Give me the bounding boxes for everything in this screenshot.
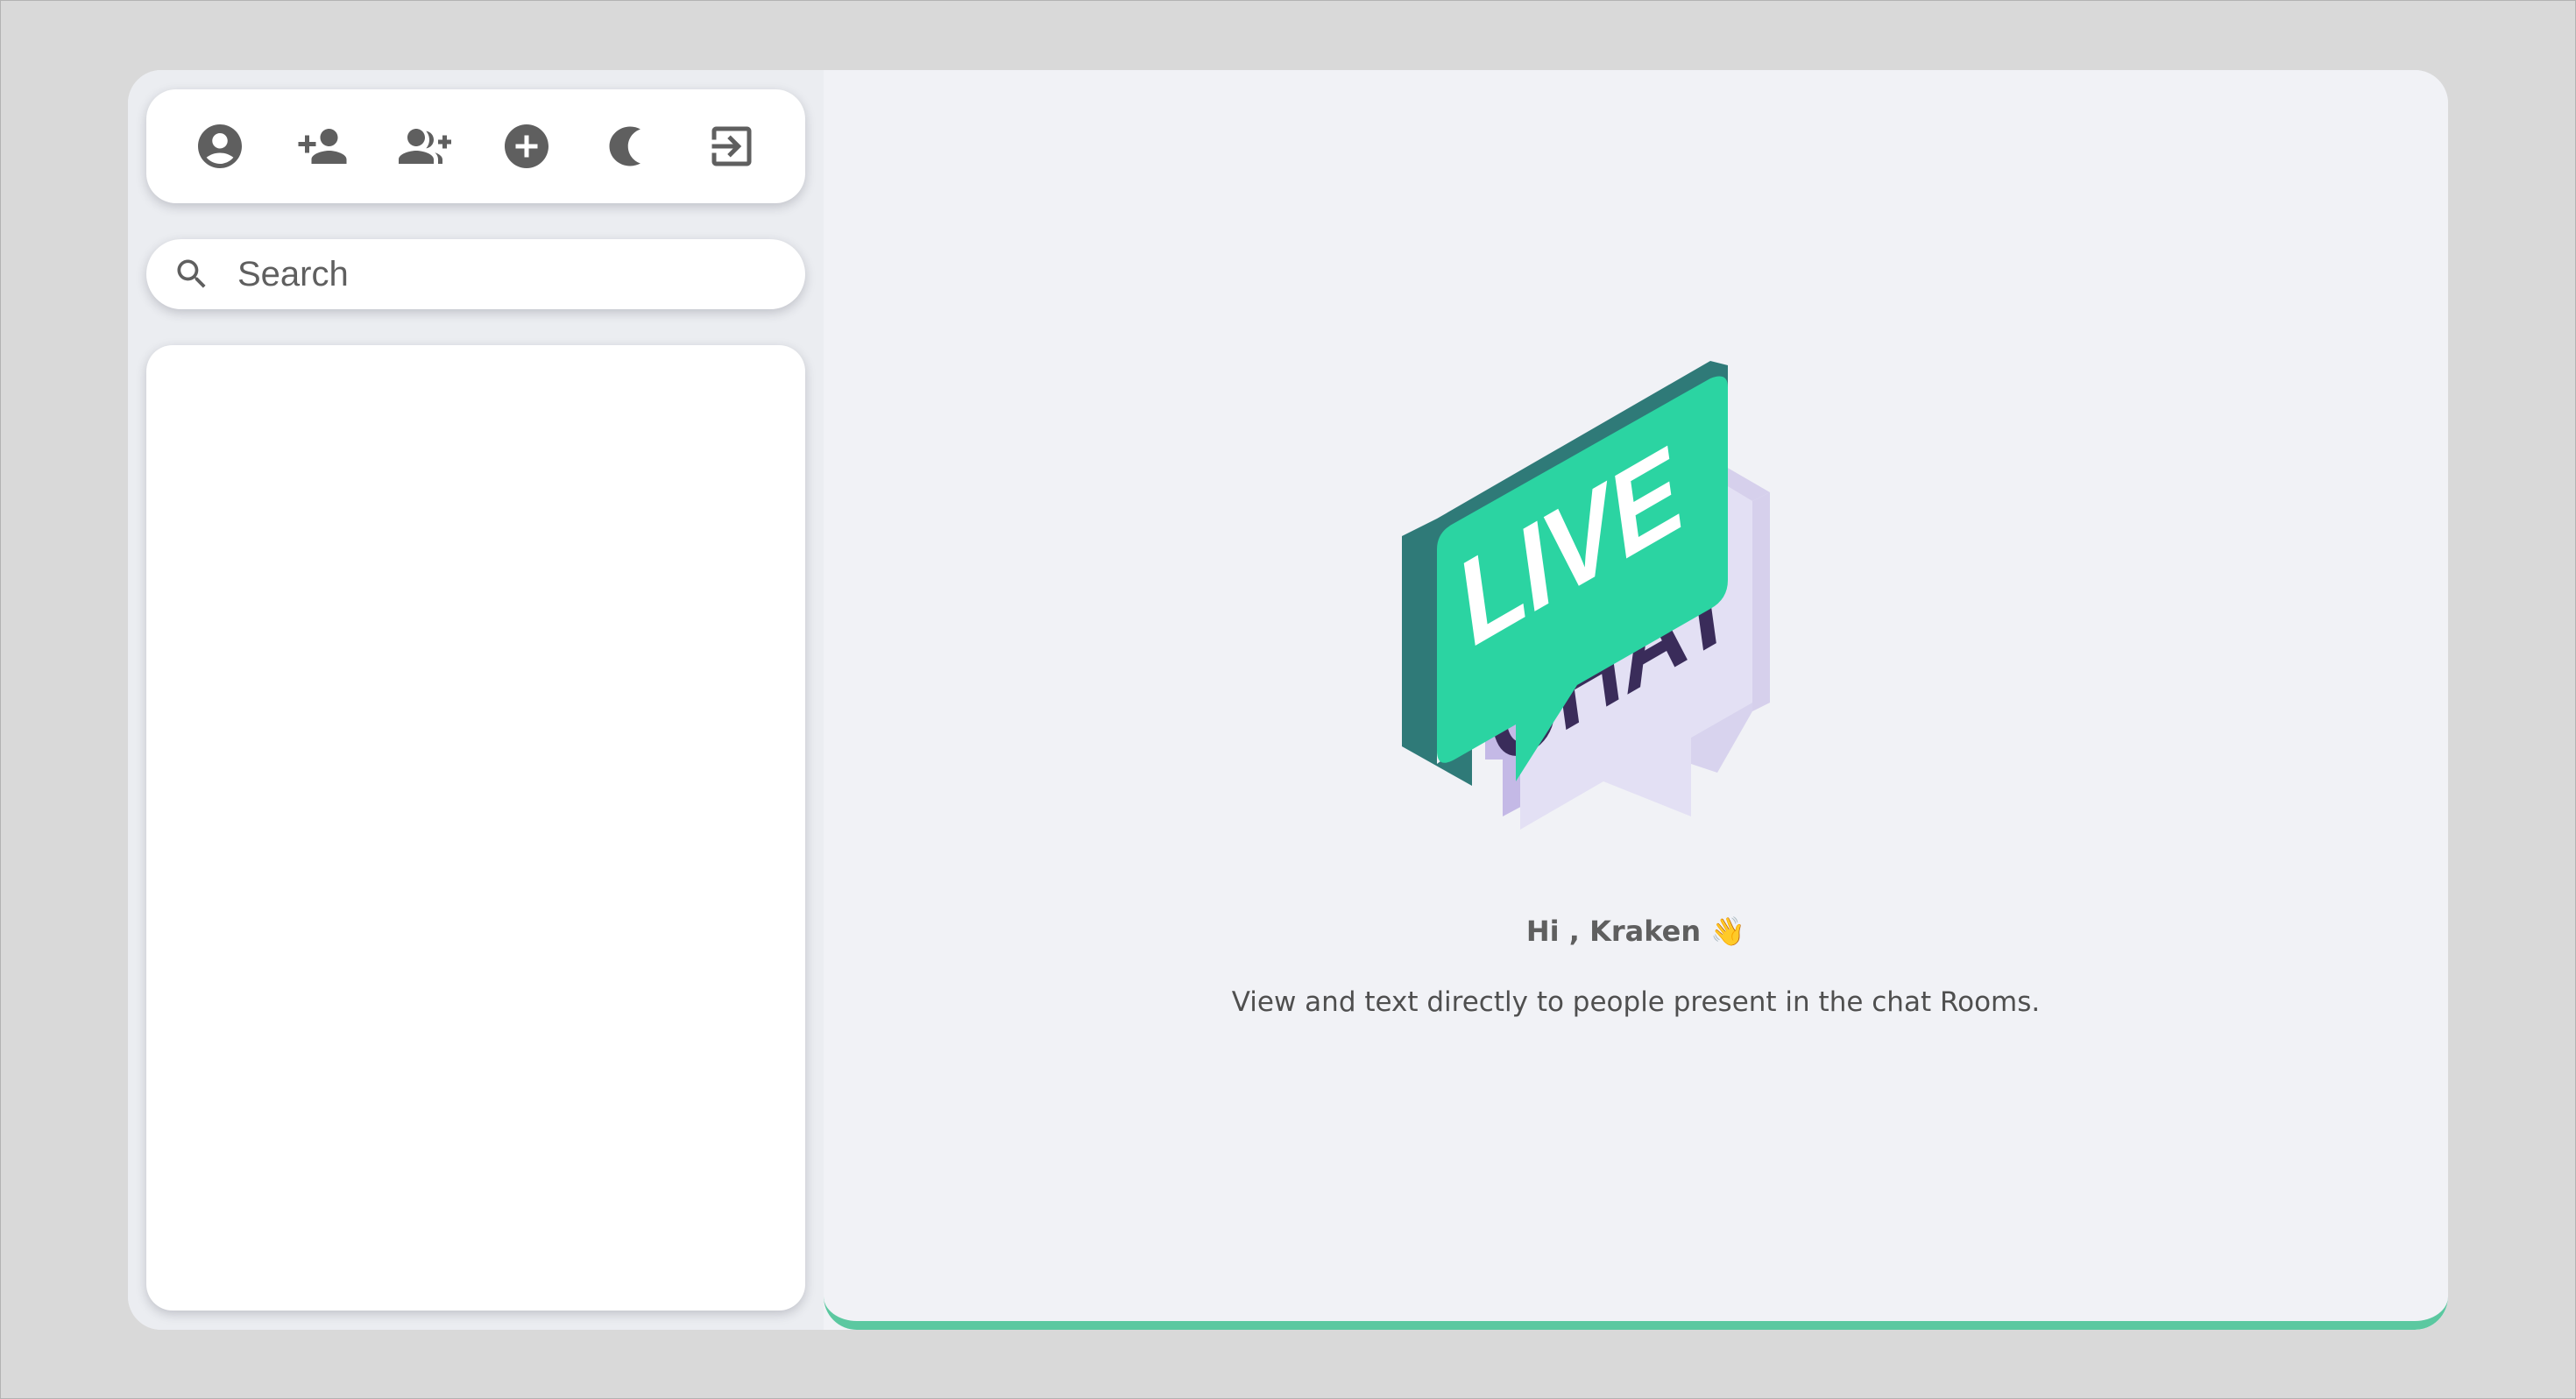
live-chat-illustration: CHAT LIVE: [1402, 361, 1770, 830]
chat-app: CHAT LIVE Hi , Kraken 👋 View and text di…: [128, 70, 2448, 1330]
add-circle-icon: [505, 124, 549, 168]
sidebar-toolbar: [146, 89, 805, 203]
chat-list: [146, 345, 805, 1311]
search-input[interactable]: [236, 253, 782, 295]
welcome-subtitle: View and text directly to people present…: [1231, 986, 2041, 1018]
profile-button[interactable]: [180, 107, 259, 186]
welcome-panel: CHAT LIVE Hi , Kraken 👋 View and text di…: [824, 70, 2448, 1330]
sidebar: [128, 70, 824, 1330]
search-bar: [146, 239, 805, 309]
add-group-icon: [398, 129, 451, 164]
account-circle-icon: [198, 124, 243, 168]
moon-icon: [609, 126, 640, 166]
dark-mode-toggle[interactable]: [590, 107, 669, 186]
search-icon: [177, 259, 206, 288]
add-person-icon: [298, 129, 347, 164]
add-friend-button[interactable]: [283, 107, 362, 186]
logout-button[interactable]: [692, 107, 771, 186]
logout-icon: [711, 126, 752, 166]
greeting-text: Hi , Kraken 👋: [1525, 915, 1746, 948]
create-room-button[interactable]: [487, 107, 566, 186]
add-group-button[interactable]: [386, 107, 464, 186]
